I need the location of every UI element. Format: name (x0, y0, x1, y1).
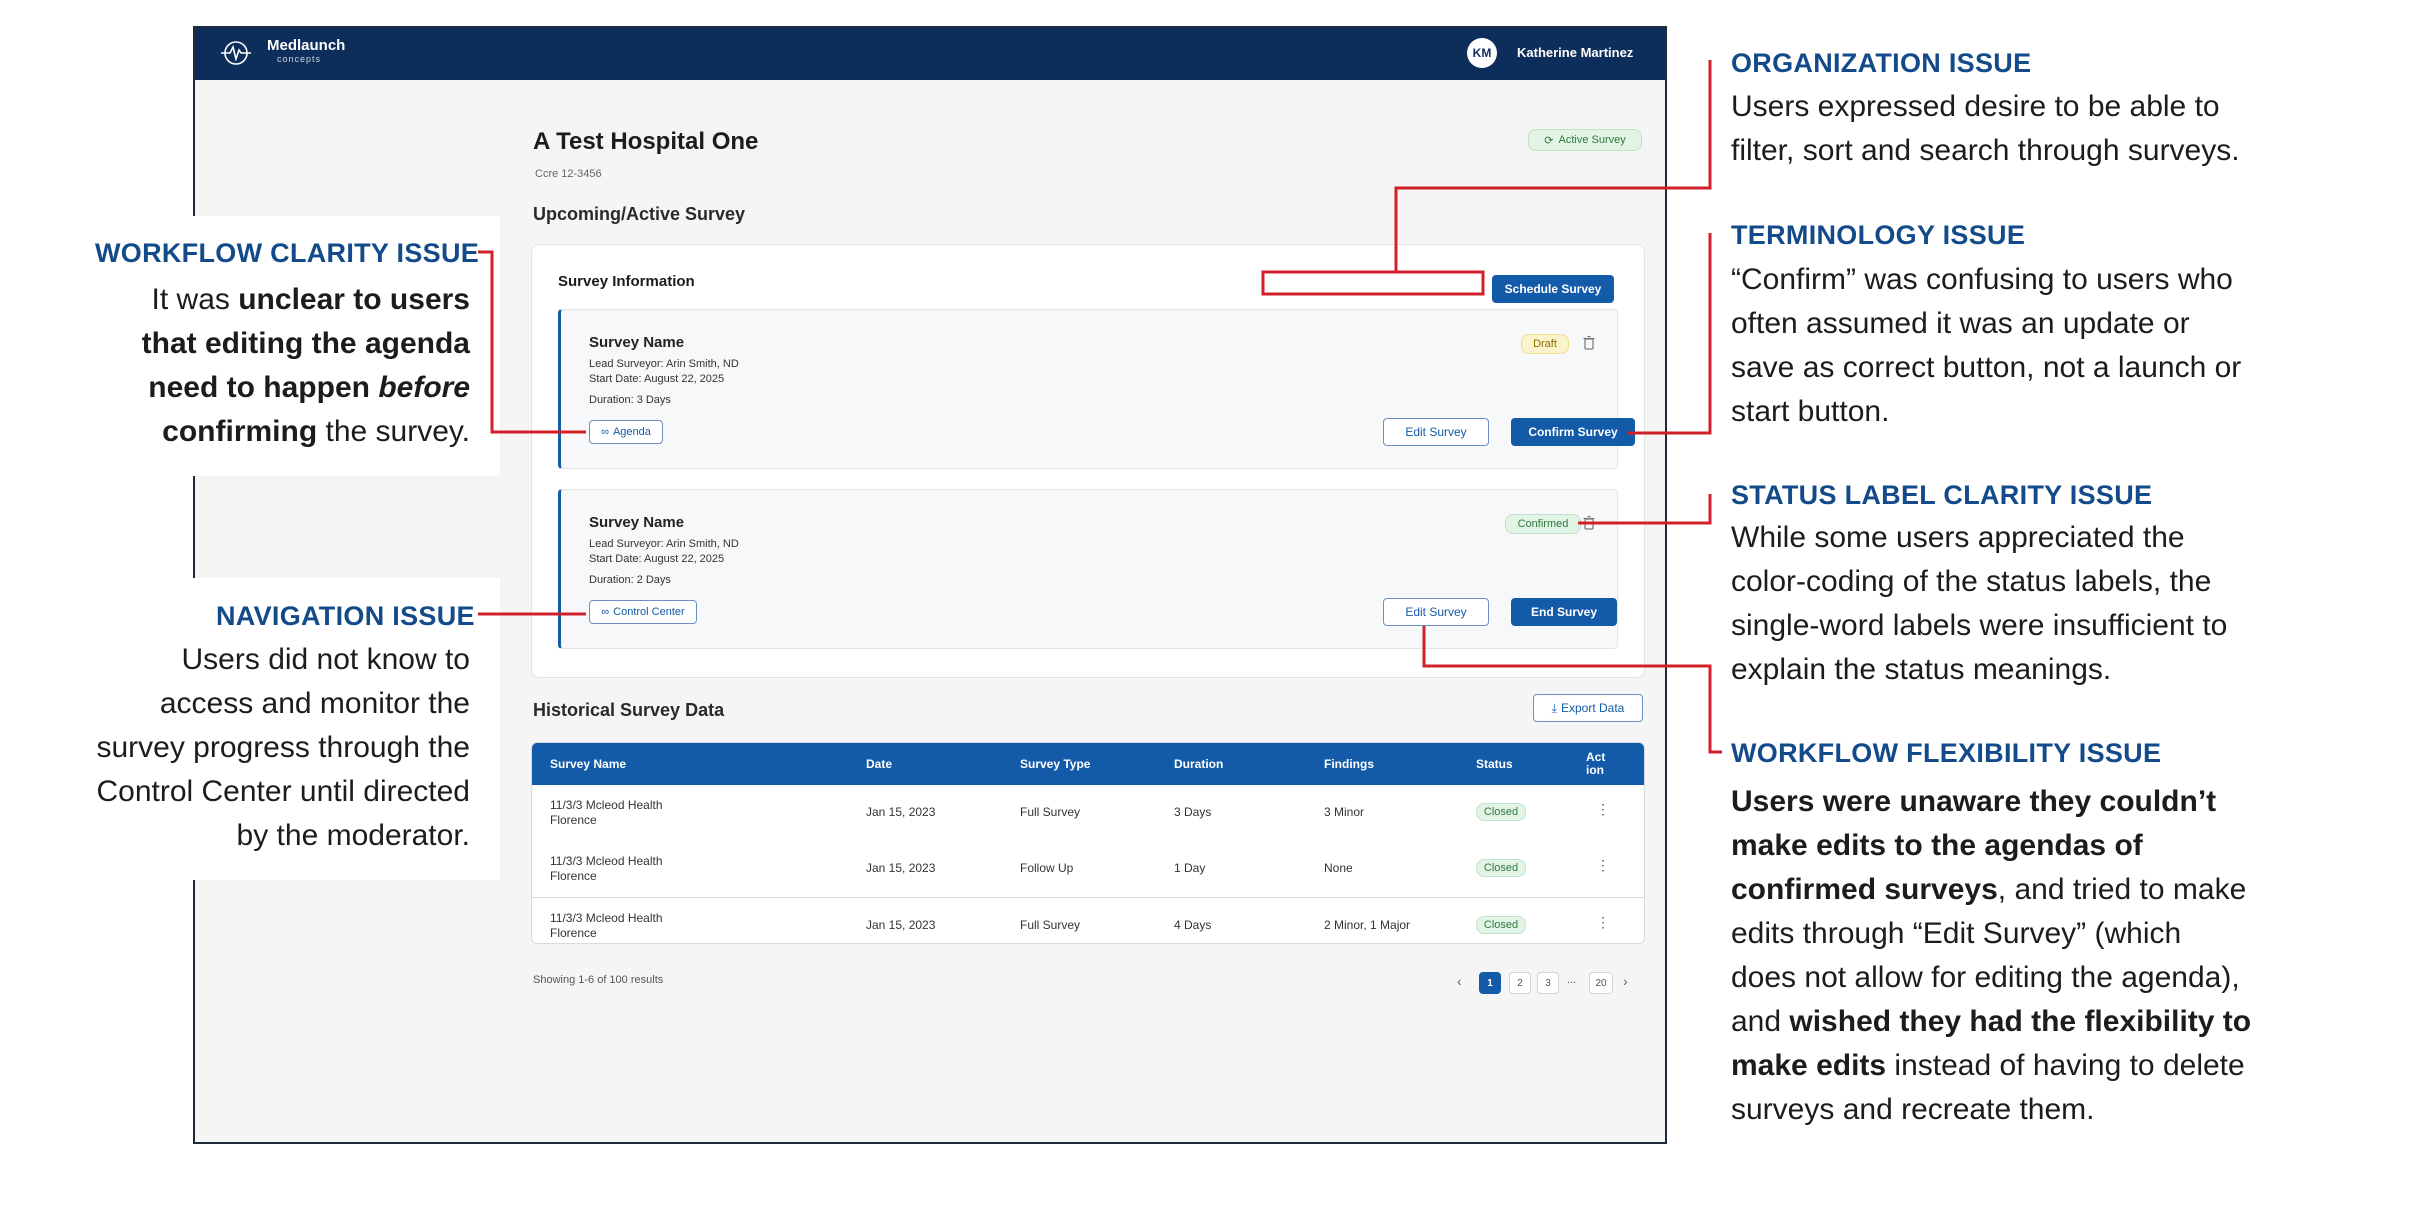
callout-terminology (1628, 233, 1712, 435)
callout-workflow-clarity (478, 250, 586, 434)
callout-workflow-flex (1422, 626, 1722, 754)
callout-organization-box (1261, 270, 1485, 296)
callout-status (1578, 494, 1712, 525)
callout-organization (1394, 60, 1712, 272)
callout-lines (478, 60, 1722, 754)
